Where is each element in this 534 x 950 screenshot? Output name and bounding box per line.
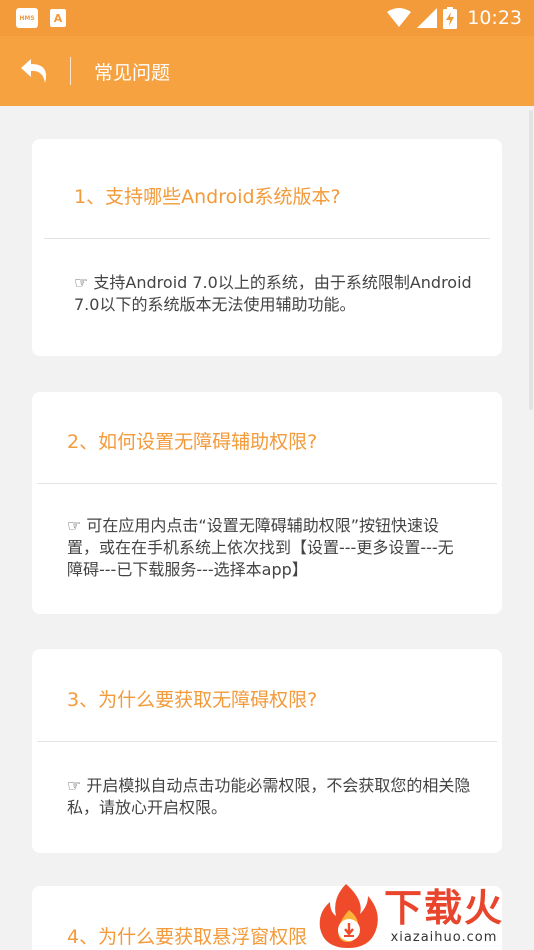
faq-answer-3: ☞ 开启模拟自动点击功能必需权限，不会获取您的相关隐私，请放心开启权限。 xyxy=(67,776,471,817)
faq-divider-2 xyxy=(37,483,497,484)
battery-charging-icon xyxy=(443,7,458,29)
hms-notification-icon: HMS xyxy=(16,8,38,28)
signal-icon xyxy=(417,8,438,28)
wifi-icon xyxy=(387,8,412,27)
faq-question-2: 2、如何设置无障碍辅助权限? xyxy=(67,431,318,453)
faq-question-4: 4、为什么要获取悬浮窗权限 xyxy=(67,926,308,948)
appbar-divider xyxy=(70,57,71,85)
page-title: 常见问题 xyxy=(94,61,171,84)
status-time: 10:23 xyxy=(467,7,522,29)
status-bar: HMS A 10:23 xyxy=(0,0,534,36)
site-watermark: 下载火 xiazaihuo.com xyxy=(316,880,534,950)
flame-logo-icon xyxy=(319,884,378,948)
faq-divider-1 xyxy=(44,238,490,239)
scrollbar[interactable] xyxy=(527,106,534,950)
watermark-en: xiazaihuo.com xyxy=(390,929,498,945)
back-arrow-icon xyxy=(21,59,47,83)
faq-question-3: 3、为什么要获取无障碍权限? xyxy=(67,689,318,711)
faq-divider-3 xyxy=(37,741,497,742)
faq-card-2: 2、如何设置无障碍辅助权限? ☞ 可在应用内点击“设置无障碍辅助权限”按钮快速设… xyxy=(32,392,502,614)
faq-card-3: 3、为什么要获取无障碍权限? ☞ 开启模拟自动点击功能必需权限，不会获取您的相关… xyxy=(32,649,502,853)
watermark-cn: 下载火 xyxy=(384,885,505,930)
faq-card-1: 1、支持哪些Android系统版本? ☞ 支持Android 7.0以上的系统，… xyxy=(32,139,502,356)
faq-list[interactable]: 1、支持哪些Android系统版本? ☞ 支持Android 7.0以上的系统，… xyxy=(0,106,534,950)
app-notification-icon: A xyxy=(50,9,66,27)
app-bar: 常见问题 xyxy=(0,36,534,106)
faq-answer-2: ☞ 可在应用内点击“设置无障碍辅助权限”按钮快速设置，或在在手机系统上依次找到【… xyxy=(67,516,454,579)
back-button[interactable] xyxy=(0,36,70,106)
scrollbar-thumb[interactable] xyxy=(529,110,533,410)
faq-answer-1: ☞ 支持Android 7.0以上的系统，由于系统限制Android 7.0以下… xyxy=(74,273,472,314)
faq-question-1: 1、支持哪些Android系统版本? xyxy=(74,186,341,208)
